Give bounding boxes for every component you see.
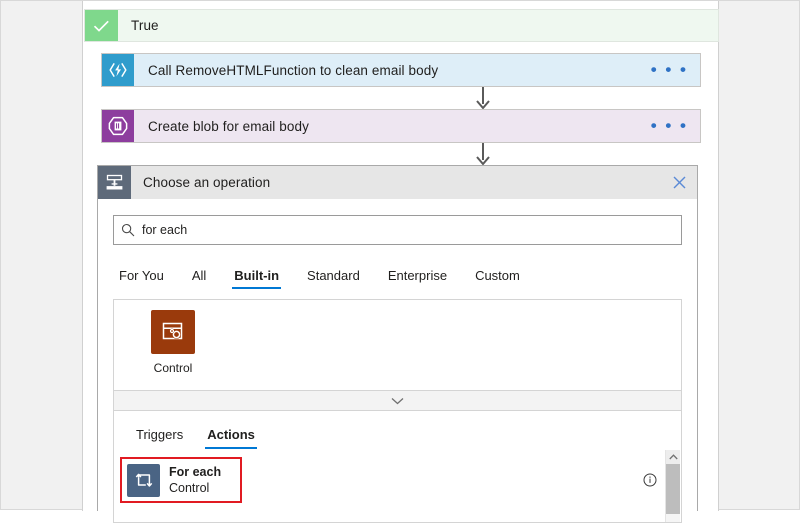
action-card-overflow-menu[interactable]: • • • — [651, 61, 688, 78]
tab-enterprise[interactable]: Enterprise — [374, 268, 461, 289]
tab-actions[interactable]: Actions — [195, 427, 267, 449]
operation-item-connector: Control — [169, 481, 210, 495]
tab-built-in[interactable]: Built-in — [220, 268, 293, 289]
search-input[interactable] — [142, 216, 681, 244]
connector-item-label: Control — [153, 361, 193, 375]
search-icon — [114, 223, 142, 237]
tab-all[interactable]: All — [178, 268, 220, 289]
scope-true-header[interactable]: True — [84, 9, 719, 42]
scrollbar-thumb[interactable] — [666, 464, 680, 514]
tab-custom[interactable]: Custom — [461, 268, 534, 289]
close-icon[interactable] — [669, 172, 689, 192]
connector-arrow — [474, 143, 492, 165]
connector-item-control[interactable]: Control — [136, 310, 210, 375]
action-card-overflow-menu[interactable]: • • • — [651, 117, 688, 134]
azure-blob-storage-icon — [102, 110, 134, 142]
panel-title: Choose an operation — [143, 175, 271, 190]
chevron-down-icon — [391, 397, 404, 404]
for-each-loop-icon — [127, 463, 160, 497]
action-card-title: Create blob for email body — [148, 118, 309, 134]
operation-item-for-each[interactable]: For each Control — [120, 457, 242, 503]
action-card-create-blob[interactable]: Create blob for email body • • • — [101, 109, 701, 143]
control-connector-icon — [151, 310, 195, 354]
operations-scrollbar[interactable] — [665, 450, 680, 522]
tab-for-you[interactable]: For You — [113, 268, 178, 289]
tab-standard[interactable]: Standard — [293, 268, 374, 289]
screen-background: True Call RemoveHTMLFunction to clean em… — [0, 0, 800, 523]
connector-results-grid: Control — [113, 299, 682, 391]
operation-item-name: For each — [169, 465, 222, 479]
operation-item-text: For each Control — [169, 464, 221, 496]
action-card-title: Call RemoveHTMLFunction to clean email b… — [148, 62, 439, 78]
action-card-call-removehtmlfunction[interactable]: Call RemoveHTMLFunction to clean email b… — [101, 53, 701, 87]
connector-arrow — [474, 87, 492, 109]
panel-header: Choose an operation — [98, 166, 697, 199]
search-box[interactable] — [113, 215, 682, 245]
azure-function-icon — [102, 54, 134, 86]
choose-an-operation-panel: Choose an operation For You All Bui — [97, 165, 698, 523]
operation-tab-list: Triggers Actions — [114, 411, 681, 449]
collapse-connectors-toggle[interactable] — [113, 391, 682, 411]
scope-true-label: True — [131, 18, 159, 33]
tab-triggers[interactable]: Triggers — [124, 427, 195, 449]
category-tab-list: For You All Built-in Standard Enterprise… — [113, 245, 682, 289]
operations-section: Triggers Actions For each Control — [113, 411, 682, 523]
check-icon — [85, 10, 118, 41]
insert-step-icon — [98, 166, 131, 199]
chevron-up-icon[interactable] — [666, 450, 680, 464]
info-icon[interactable] — [643, 473, 657, 487]
